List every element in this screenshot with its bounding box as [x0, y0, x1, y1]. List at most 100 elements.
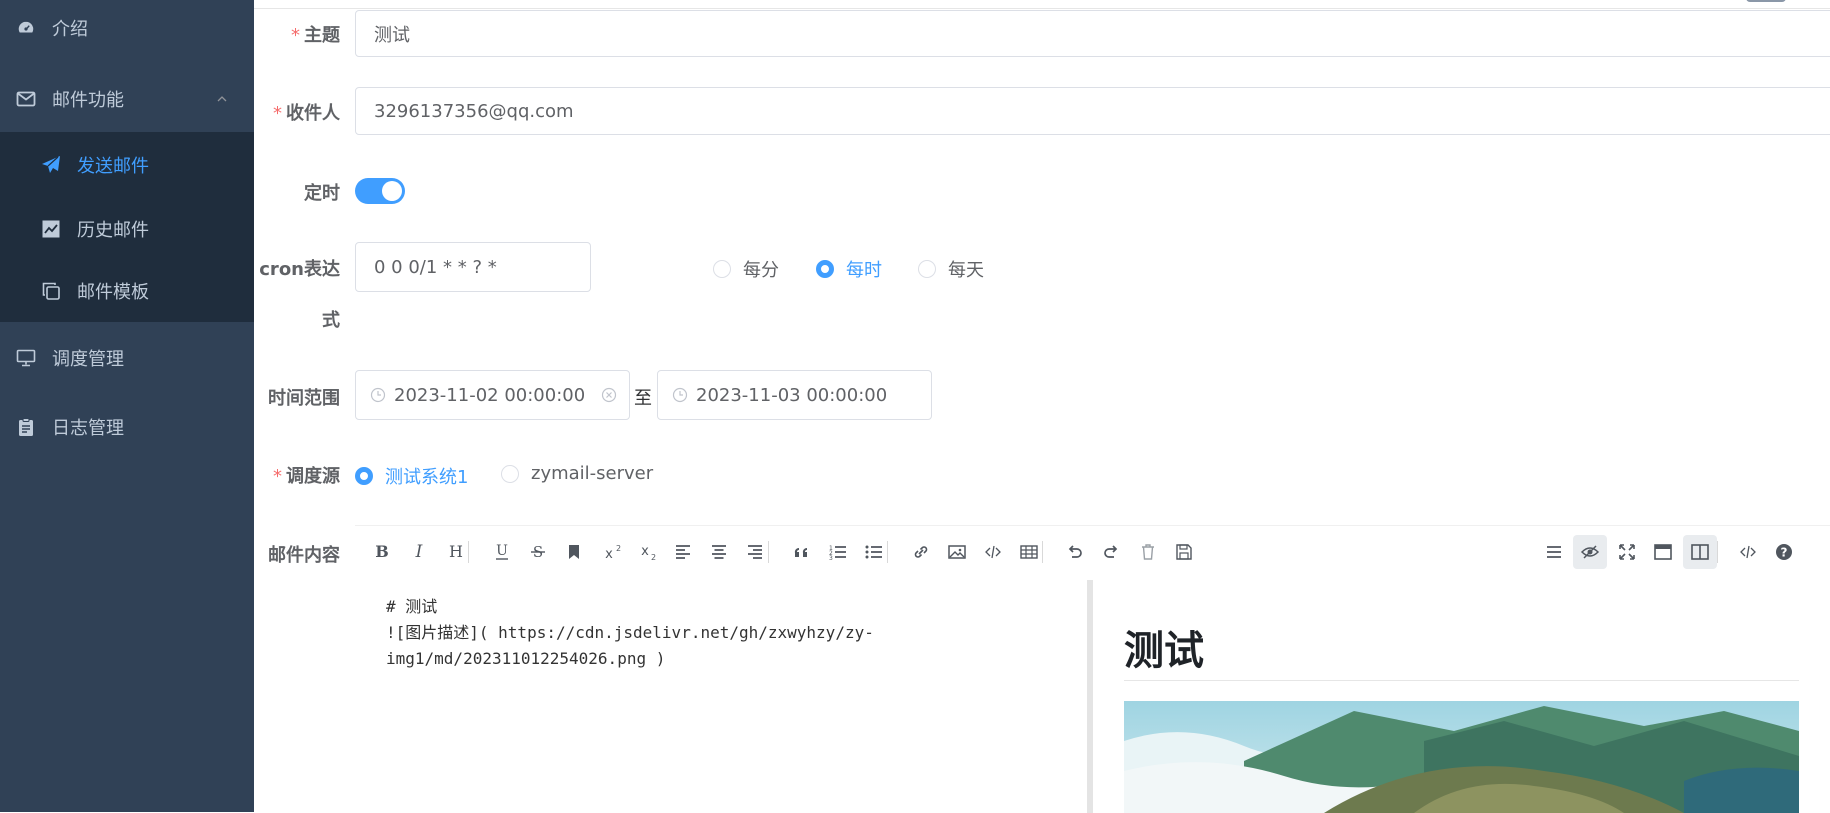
subject-input[interactable]: 测试	[355, 10, 1830, 57]
subscript-icon: x2	[641, 544, 656, 562]
toolbar-separator	[468, 541, 469, 563]
trash-icon	[1142, 544, 1154, 560]
timer-switch[interactable]	[355, 178, 405, 204]
bold-button[interactable]: B	[365, 535, 399, 569]
editor-source-text[interactable]: # 测试 ![图片描述]( https://cdn.jsdelivr.net/gh…	[386, 594, 874, 672]
align-center-button[interactable]	[702, 535, 736, 569]
save-button[interactable]	[1167, 535, 1201, 569]
italic-icon: I	[415, 542, 423, 562]
strikethrough-icon: S	[531, 543, 545, 561]
underline-button[interactable]: U	[485, 535, 519, 569]
sidebar-item-history-mail[interactable]: 历史邮件	[0, 198, 254, 260]
mail-icon	[16, 91, 36, 107]
subject-label: * 主题	[291, 25, 340, 46]
sidebar-item-schedule[interactable]: 调度管理	[0, 325, 254, 391]
source-option-zymail[interactable]: zymail-server	[501, 463, 653, 484]
copy-icon	[42, 282, 60, 300]
clipboard-icon	[19, 418, 33, 436]
avatar[interactable]	[1746, 0, 1786, 2]
radio-dot	[501, 464, 519, 483]
navigation-button[interactable]	[1537, 535, 1571, 569]
align-right-button[interactable]	[738, 535, 772, 569]
preview-toggle-icon	[1580, 545, 1600, 559]
radio-dot	[918, 260, 936, 278]
sidebar-item-label: 日志管理	[52, 418, 124, 439]
trash-button[interactable]	[1131, 535, 1165, 569]
align-right-icon	[748, 545, 762, 559]
fullscreen-button[interactable]	[1610, 535, 1644, 569]
help-icon: ?	[1776, 544, 1792, 560]
subscript-button[interactable]: x2	[630, 535, 664, 569]
ordered-list-button[interactable]: 123	[821, 535, 855, 569]
svg-text:B: B	[375, 542, 389, 561]
link-button[interactable]	[904, 535, 938, 569]
timer-label: 定时	[304, 183, 340, 204]
quote-icon	[794, 547, 807, 557]
table-button[interactable]	[1012, 535, 1046, 569]
html-code-icon	[1740, 545, 1756, 559]
heading-icon: H	[449, 542, 463, 561]
sidebar-item-intro[interactable]: 介绍	[0, 0, 254, 61]
preview-image	[1124, 701, 1799, 813]
image-button[interactable]	[940, 535, 974, 569]
editor-source-pane[interactable]: # 测试 ![图片描述]( https://cdn.jsdelivr.net/gh…	[355, 580, 1087, 813]
svg-text:2: 2	[616, 544, 621, 553]
fullscreen-window-icon	[1654, 544, 1672, 560]
svg-text:3: 3	[829, 555, 833, 562]
sidebar-item-logs[interactable]: 日志管理	[0, 394, 254, 460]
end-date-picker[interactable]: 2023-11-03 00:00:00	[657, 370, 932, 420]
redo-button[interactable]	[1094, 535, 1128, 569]
sidebar-item-label: 介绍	[52, 19, 88, 40]
bold-icon: B	[375, 542, 389, 561]
strikethrough-button[interactable]: S	[521, 535, 555, 569]
sidebar: 介绍 邮件功能 发送邮件 历史邮件 邮件模板 调度管理 日志管理	[0, 0, 254, 812]
source-option-test[interactable]: 测试系统1	[355, 463, 468, 489]
start-date-picker[interactable]: 2023-11-02 00:00:00	[355, 370, 630, 420]
fullscreen-window-button[interactable]	[1646, 535, 1680, 569]
align-left-button[interactable]	[666, 535, 700, 569]
sidebar-item-send-mail[interactable]: 发送邮件	[0, 132, 254, 198]
unordered-list-button[interactable]	[857, 535, 891, 569]
toolbar-separator	[768, 541, 769, 563]
undo-button[interactable]	[1058, 535, 1092, 569]
toolbar-separator	[1717, 541, 1718, 563]
bookmark-button[interactable]	[557, 535, 591, 569]
sidebar-item-mail-template[interactable]: 邮件模板	[0, 260, 254, 322]
chart-icon	[42, 220, 60, 238]
code-button[interactable]	[976, 535, 1010, 569]
link-icon	[914, 546, 928, 558]
html-code-button[interactable]	[1731, 535, 1765, 569]
preview-heading-rule	[1124, 680, 1799, 681]
cron-input[interactable]: 0 0 0/1 * * ? *	[355, 242, 591, 292]
editor-toolbar: B I H U Sx 2 x 2 1 2 3?	[355, 526, 1830, 580]
clear-icon[interactable]	[601, 387, 617, 403]
recipient-label: * 收件人	[273, 103, 340, 124]
align-center-icon	[712, 545, 726, 559]
radio-dot	[355, 467, 373, 485]
cron-option-minute[interactable]: 每分	[713, 256, 779, 282]
radio-dot	[816, 260, 834, 278]
clock-icon	[370, 387, 386, 403]
sidebar-item-mail[interactable]: 邮件功能	[0, 66, 254, 132]
superscript-icon: x2	[605, 544, 621, 562]
split-view-icon	[1691, 544, 1709, 560]
preview-toggle-button[interactable]	[1573, 535, 1607, 569]
quote-button[interactable]	[785, 535, 819, 569]
cron-option-hour[interactable]: 每时	[816, 256, 882, 282]
content-label: 邮件内容	[268, 545, 340, 566]
split-view-button[interactable]	[1683, 535, 1717, 569]
cron-label-wrap: 式	[322, 310, 340, 331]
switch-knob	[382, 181, 402, 201]
recipient-input[interactable]: 3296137356@qq.com	[355, 87, 1830, 135]
navigation-icon	[1547, 546, 1561, 558]
toolbar-separator	[1042, 541, 1043, 563]
svg-text:U: U	[496, 543, 508, 559]
italic-button[interactable]: I	[402, 535, 436, 569]
save-icon	[1176, 544, 1192, 560]
cron-option-day[interactable]: 每天	[918, 256, 984, 282]
help-button[interactable]: ?	[1767, 535, 1801, 569]
top-divider	[254, 0, 1830, 9]
superscript-button[interactable]: x2	[594, 535, 628, 569]
time-range-label: 时间范围	[268, 388, 340, 409]
fullscreen-icon	[1619, 544, 1635, 560]
